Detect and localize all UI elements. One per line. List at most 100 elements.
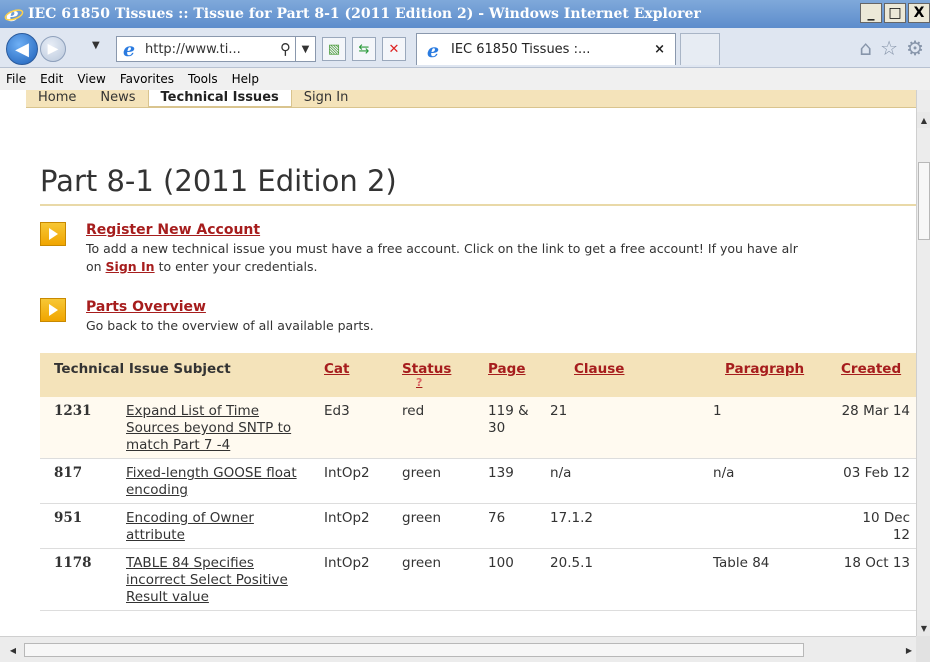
menu-edit[interactable]: Edit	[40, 72, 63, 86]
window-title-bar: e IEC 61850 Tissues :: Tissue for Part 8…	[0, 0, 930, 28]
issue-page: 76	[474, 503, 537, 549]
ie-logo-icon: e	[4, 4, 24, 24]
scroll-up-icon[interactable]: ▲	[917, 112, 930, 128]
browser-navbar: ◀ ▶ ▼ e http://www.ti... ⚲ ▼ ▧ ⇆ ✕ e IEC…	[0, 28, 930, 68]
header-paragraph[interactable]: Paragraph	[699, 353, 828, 397]
favorites-star-icon[interactable]: ☆	[880, 36, 898, 60]
header-created[interactable]: Created	[827, 353, 916, 397]
compatibility-icon: ▧	[327, 41, 341, 57]
register-desc-post: to enter your credentials.	[154, 259, 318, 274]
sign-in-inline-link[interactable]: Sign In	[106, 259, 155, 274]
back-button[interactable]: ◀	[6, 33, 38, 65]
parts-overview-link[interactable]: Parts Overview	[86, 299, 206, 315]
vertical-scroll-thumb[interactable]	[918, 162, 930, 240]
tab-close-icon[interactable]: ×	[654, 42, 665, 57]
site-nav-home[interactable]: Home	[26, 90, 88, 107]
tab-ie-icon: e	[427, 40, 439, 60]
issue-status: green	[388, 548, 475, 611]
gear-icon[interactable]: ⚙	[906, 36, 924, 60]
issue-id[interactable]: 1231	[40, 397, 112, 459]
stop-icon: ✕	[388, 41, 400, 57]
register-play-icon[interactable]	[40, 222, 66, 246]
header-page[interactable]: Page	[474, 353, 537, 397]
parts-play-icon[interactable]	[40, 298, 66, 322]
menu-tools[interactable]: Tools	[188, 72, 218, 86]
scroll-right-icon[interactable]: ▶	[902, 643, 916, 657]
forward-arrow-icon: ▶	[47, 41, 59, 57]
issue-page: 100	[474, 548, 537, 611]
page-viewport: Home News Technical Issues Sign In Part …	[0, 90, 916, 636]
issue-paragraph: Table 84	[699, 548, 828, 611]
issue-subject-link[interactable]: TABLE 84 Specifies incorrect Select Posi…	[112, 548, 311, 611]
issue-status: green	[388, 458, 475, 504]
issue-clause: n/a	[536, 458, 700, 504]
issue-clause: 21	[536, 397, 700, 459]
stop-button[interactable]: ✕	[382, 37, 406, 61]
issue-status: green	[388, 503, 475, 549]
menu-favorites[interactable]: Favorites	[120, 72, 174, 86]
svg-text:e: e	[123, 39, 135, 59]
menu-view[interactable]: View	[77, 72, 105, 86]
address-text[interactable]: http://www.ti...	[145, 42, 241, 57]
issue-page: 119 & 30	[474, 397, 537, 459]
issue-id[interactable]: 1178	[40, 548, 112, 611]
site-nav-news[interactable]: News	[88, 90, 147, 107]
issue-clause: 17.1.2	[536, 503, 700, 549]
issues-table: Technical Issue Subject Cat Status? Page…	[40, 353, 916, 611]
issue-created: 10 Dec 12	[827, 503, 916, 549]
menu-file[interactable]: File	[6, 72, 26, 86]
register-desc-line1: To add a new technical issue you must ha…	[86, 241, 798, 256]
browser-tab[interactable]: e IEC 61850 Tissues :... ×	[416, 33, 676, 65]
issue-created: 03 Feb 12	[827, 458, 916, 504]
issue-created: 18 Oct 13	[827, 548, 916, 611]
issue-subject-link[interactable]: Fixed-length GOOSE float encoding	[112, 458, 311, 504]
title-divider	[40, 204, 916, 206]
maximize-button[interactable]: □	[884, 3, 906, 23]
home-icon[interactable]: ⌂	[859, 36, 872, 60]
minimize-button[interactable]: _	[860, 3, 882, 23]
vertical-scrollbar[interactable]: ▲ ▼	[916, 90, 930, 636]
issue-cat: IntOp2	[310, 458, 389, 504]
issue-cat: IntOp2	[310, 548, 389, 611]
refresh-button[interactable]: ⇆	[352, 37, 376, 61]
menu-help[interactable]: Help	[232, 72, 259, 86]
register-description: To add a new technical issue you must ha…	[86, 240, 916, 276]
site-nav: Home News Technical Issues Sign In	[26, 90, 916, 108]
address-dropdown-icon[interactable]: ▼	[295, 37, 315, 61]
table-row[interactable]: 951 Encoding of Owner attribute IntOp2 g…	[40, 503, 916, 549]
register-desc-pre: on	[86, 259, 106, 274]
search-icon[interactable]: ⚲	[280, 40, 291, 58]
compatibility-view-button[interactable]: ▧	[322, 37, 346, 61]
horizontal-scrollbar[interactable]: ◀ ▶	[0, 636, 916, 662]
issue-paragraph: 1	[699, 397, 828, 459]
history-dropdown-icon[interactable]: ▼	[92, 40, 100, 51]
issue-status: red	[388, 397, 475, 459]
forward-button[interactable]: ▶	[40, 36, 66, 62]
issue-subject-link[interactable]: Encoding of Owner attribute	[112, 503, 311, 549]
refresh-icon: ⇆	[358, 41, 370, 57]
header-status[interactable]: Status?	[388, 353, 475, 397]
issue-id[interactable]: 951	[40, 503, 112, 549]
status-help-link[interactable]: ?	[402, 377, 466, 388]
address-bar[interactable]: e http://www.ti... ⚲ ▼	[116, 36, 316, 62]
issue-page: 139	[474, 458, 537, 504]
tab-title: IEC 61850 Tissues :...	[451, 42, 591, 57]
scroll-corner	[916, 636, 930, 662]
ie-page-icon: e	[123, 39, 135, 59]
horizontal-scroll-thumb[interactable]	[24, 643, 804, 657]
table-row[interactable]: 1178 TABLE 84 Specifies incorrect Select…	[40, 548, 916, 611]
table-row[interactable]: 1231 Expand List of Time Sources beyond …	[40, 397, 916, 459]
issue-id[interactable]: 817	[40, 458, 112, 504]
header-status-label[interactable]: Status	[402, 361, 451, 377]
close-window-button[interactable]: X	[908, 3, 930, 23]
site-nav-technical-issues[interactable]: Technical Issues	[147, 90, 292, 107]
scroll-left-icon[interactable]: ◀	[6, 643, 20, 657]
scroll-down-icon[interactable]: ▼	[917, 620, 930, 636]
header-cat[interactable]: Cat	[310, 353, 389, 397]
header-clause[interactable]: Clause	[536, 353, 700, 397]
new-tab-button[interactable]	[680, 33, 720, 65]
issue-subject-link[interactable]: Expand List of Time Sources beyond SNTP …	[112, 397, 311, 459]
table-row[interactable]: 817 Fixed-length GOOSE float encoding In…	[40, 458, 916, 504]
register-new-account-link[interactable]: Register New Account	[86, 222, 260, 238]
site-nav-sign-in[interactable]: Sign In	[292, 90, 361, 107]
